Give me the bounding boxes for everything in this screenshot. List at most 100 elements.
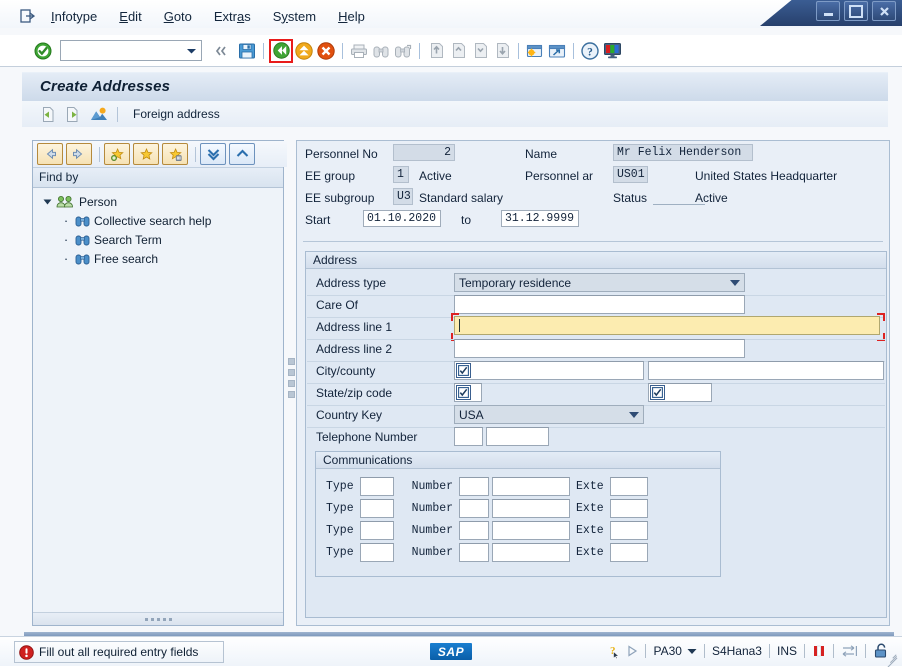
exit-door-icon[interactable]	[14, 9, 40, 23]
comm-number-key-input[interactable]	[459, 476, 490, 496]
previous-page-button[interactable]	[447, 40, 469, 62]
search-help-check-icon[interactable]	[650, 385, 665, 400]
menu-system[interactable]: System	[262, 7, 327, 26]
add-favorite-button[interactable]	[104, 143, 130, 165]
to-date-label: to	[461, 213, 472, 227]
tab-insert-icon[interactable]	[841, 644, 858, 658]
comm-number-key-input[interactable]	[459, 542, 490, 562]
sidebar-forward-button[interactable]	[66, 143, 92, 165]
sidebar-back-button[interactable]	[37, 143, 63, 165]
server-signal-icon[interactable]	[812, 644, 826, 658]
system-name[interactable]: S4Hana3	[712, 644, 762, 658]
favorite-button[interactable]	[133, 143, 159, 165]
find-next-button[interactable]	[392, 40, 414, 62]
command-field[interactable]	[60, 40, 202, 61]
next-record-button[interactable]	[62, 103, 84, 125]
cancel-button[interactable]	[315, 40, 337, 62]
save-button[interactable]	[236, 40, 258, 62]
comm-number-input[interactable]	[492, 520, 571, 540]
expand-all-button[interactable]	[229, 143, 255, 165]
menu-help[interactable]: Help	[327, 7, 376, 26]
address-type-dropdown[interactable]: Temporary residence	[454, 273, 745, 292]
status-bar: Fill out all required entry fields SAP ?…	[0, 636, 902, 667]
search-help-check-icon[interactable]	[456, 385, 471, 400]
next-page-button[interactable]	[469, 40, 491, 62]
comm-number-key-input[interactable]	[459, 520, 490, 540]
menu-goto[interactable]: Goto	[153, 7, 203, 26]
delete-favorite-button[interactable]	[162, 143, 188, 165]
care-of-input[interactable]	[454, 295, 745, 314]
menu-edit[interactable]: Edit	[108, 7, 152, 26]
country-key-dropdown[interactable]: USA	[454, 405, 644, 424]
minimize-button[interactable]	[816, 1, 840, 21]
start-date-field[interactable]: 01.10.2020	[363, 210, 441, 227]
address-line-1-input[interactable]	[454, 316, 880, 335]
chevron-down-icon[interactable]	[41, 198, 53, 206]
window-resize-handle[interactable]	[886, 651, 900, 667]
personnel-no-field[interactable]: 2	[393, 144, 455, 161]
comm-number-input[interactable]	[492, 542, 571, 562]
tree-node-free-search[interactable]: · Free search	[33, 249, 283, 268]
chevron-down-icon[interactable]	[629, 412, 639, 418]
collapse-all-button[interactable]	[200, 143, 226, 165]
previous-record-button[interactable]	[36, 103, 58, 125]
back-button[interactable]	[269, 38, 293, 63]
enter-button[interactable]	[32, 40, 54, 62]
close-button[interactable]	[872, 1, 896, 21]
foreign-address-button[interactable]: Foreign address	[125, 104, 228, 124]
telephone-number-input[interactable]	[486, 427, 549, 446]
ee-group-field[interactable]: 1	[393, 166, 409, 183]
tree-node-collective-search-help[interactable]: · Collective search help	[33, 211, 283, 230]
comm-type-input[interactable]	[359, 476, 394, 496]
comm-ext-input[interactable]	[609, 476, 648, 496]
comm-type-input[interactable]	[359, 520, 394, 540]
comm-type-input[interactable]	[359, 498, 394, 518]
menu-extras[interactable]: Extras	[203, 7, 262, 26]
comm-type-input[interactable]	[359, 542, 394, 562]
print-button[interactable]	[348, 40, 370, 62]
comm-ext-input[interactable]	[609, 542, 648, 562]
new-session-button[interactable]	[524, 40, 546, 62]
comm-number-input[interactable]	[492, 476, 571, 496]
ee-group-text: Active	[419, 169, 452, 183]
search-help-check-icon[interactable]	[456, 363, 471, 378]
chevron-down-icon[interactable]	[730, 280, 740, 286]
back-green-arrow-icon	[272, 42, 290, 59]
maximize-button[interactable]	[844, 1, 868, 21]
comm-number-input[interactable]	[492, 498, 571, 518]
last-page-icon	[496, 43, 509, 58]
comm-number-key-input[interactable]	[459, 498, 490, 518]
telephone-prefix-input[interactable]	[454, 427, 483, 446]
address-line-2-input[interactable]	[454, 339, 745, 358]
create-shortcut-button[interactable]	[546, 40, 568, 62]
vertical-splitter[interactable]	[286, 348, 296, 408]
last-page-button[interactable]	[491, 40, 513, 62]
help-cursor-icon[interactable]: ?	[606, 643, 621, 659]
status-message[interactable]: Fill out all required entry fields	[14, 641, 224, 663]
body-area: Find by Person · Collective search help …	[14, 128, 890, 628]
sidebar-horizontal-splitter[interactable]	[33, 612, 283, 625]
insert-mode[interactable]: INS	[777, 644, 797, 658]
tree-node-search-term[interactable]: · Search Term	[33, 230, 283, 249]
comm-ext-input[interactable]	[609, 520, 648, 540]
help-button[interactable]: ?	[579, 40, 601, 62]
tree-node-person[interactable]: Person	[33, 192, 283, 211]
comm-ext-input[interactable]	[609, 498, 648, 518]
command-history-button[interactable]	[181, 47, 201, 55]
ee-subgroup-field[interactable]: U3	[393, 188, 413, 205]
chevron-down-icon[interactable]	[687, 648, 697, 655]
play-triangle-icon[interactable]	[627, 645, 638, 657]
command-input[interactable]	[61, 43, 181, 58]
exit-button[interactable]	[293, 40, 315, 62]
find-button[interactable]	[370, 40, 392, 62]
first-page-button[interactable]	[425, 40, 447, 62]
city-input[interactable]	[454, 361, 644, 380]
transaction-code[interactable]: PA30	[653, 644, 697, 658]
menu-infotype[interactable]: Infotype	[40, 7, 108, 26]
layout-menu-button[interactable]	[601, 40, 623, 62]
to-date-field[interactable]: 31.12.9999	[501, 210, 579, 227]
county-input[interactable]	[648, 361, 884, 380]
address-landscape-button[interactable]	[88, 103, 110, 125]
personnel-area-field[interactable]: US01	[613, 166, 648, 183]
collapse-toolbar-button[interactable]	[210, 40, 232, 62]
